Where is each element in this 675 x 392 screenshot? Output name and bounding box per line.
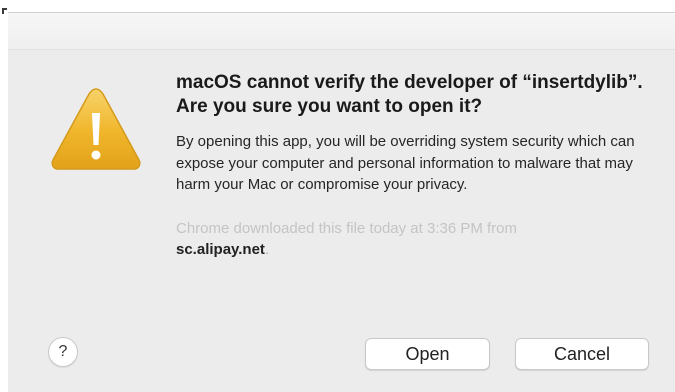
download-source-info: Chrome downloaded this file today at 3:3… [176,218,646,260]
download-source-host: sc.alipay.net [176,240,265,258]
window-corner-mark [2,8,7,14]
download-source-host-line: sc.alipay.net. [176,239,646,260]
cancel-button[interactable]: Cancel [515,338,649,370]
warning-triangle-icon [51,88,141,170]
open-button[interactable]: Open [365,338,490,370]
dialog-heading: macOS cannot verify the developer of “in… [176,72,643,117]
dialog-content: macOS cannot verify the developer of “in… [176,71,646,260]
dialog-message: By opening this app, you will be overrid… [176,133,635,193]
download-source-text: Chrome downloaded this file today at 3:3… [176,219,518,237]
help-button[interactable]: ? [48,337,78,367]
gatekeeper-alert-dialog: macOS cannot verify the developer of “in… [8,12,675,392]
dialog-titlebar [8,13,675,50]
download-source-period: . [264,240,270,258]
